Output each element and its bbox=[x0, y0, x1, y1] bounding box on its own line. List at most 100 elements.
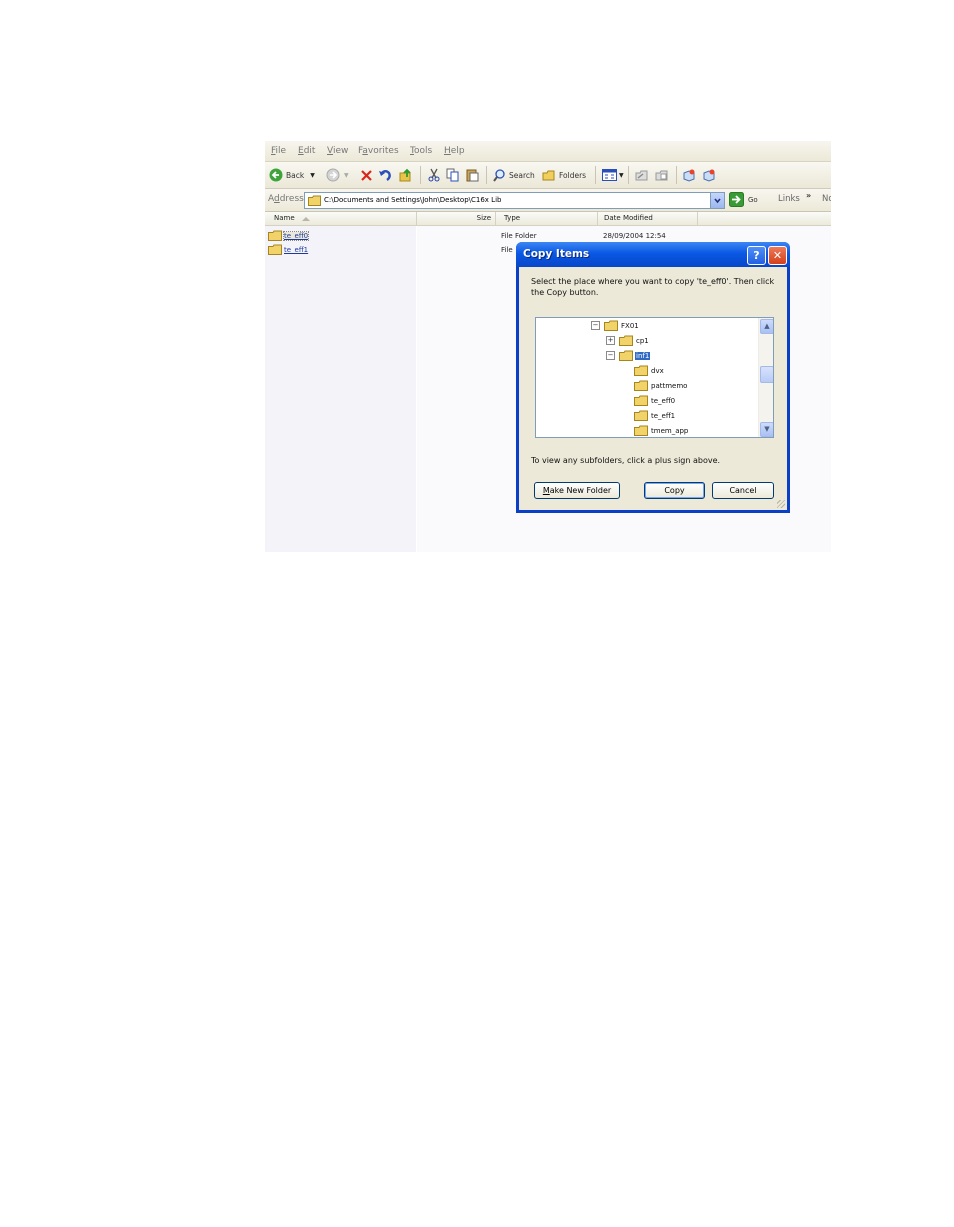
row-1-type: File bbox=[501, 246, 513, 254]
dialog-title-bar[interactable]: Copy Items ? ✕ bbox=[516, 242, 790, 267]
file-row-te-eff1[interactable]: te_eff1 bbox=[268, 243, 308, 256]
back-dropdown-icon[interactable]: ▼ bbox=[310, 172, 315, 179]
menu-tools[interactable]: Tools bbox=[410, 146, 432, 156]
menu-file[interactable]: File bbox=[271, 146, 286, 156]
tree-node-fx01[interactable]: − FX01 bbox=[591, 319, 640, 332]
resize-grip[interactable] bbox=[777, 500, 785, 508]
folder-open-icon bbox=[619, 350, 633, 361]
chevron-up-icon: ▲ bbox=[764, 322, 770, 330]
folder-icon bbox=[634, 425, 648, 436]
file-row-te-eff0[interactable]: te_eff0 bbox=[268, 229, 310, 242]
dialog-title: Copy Items bbox=[523, 248, 590, 260]
up-folder-button[interactable] bbox=[399, 166, 413, 184]
chevron-down-icon: ▼ bbox=[764, 425, 770, 433]
help-button[interactable]: ? bbox=[747, 246, 766, 265]
up-folder-icon bbox=[399, 168, 411, 182]
folder-open-icon bbox=[604, 320, 618, 331]
address-input[interactable]: C:\Documents and Settings\John\Desktop\C… bbox=[304, 192, 725, 209]
tree-node-inf1[interactable]: − inf1 bbox=[606, 349, 651, 362]
views-button[interactable]: ▼ bbox=[602, 166, 624, 184]
scroll-down-button[interactable]: ▼ bbox=[760, 422, 773, 437]
folder-icon bbox=[268, 244, 282, 255]
tree-node-tmem-app[interactable]: tmem_app bbox=[634, 424, 689, 437]
standard-toolbar: Back ▼ ▼ Search Folders ▼ bbox=[265, 162, 831, 189]
cut-button[interactable] bbox=[428, 166, 440, 184]
tree-node-pattmemo[interactable]: pattmemo bbox=[634, 379, 688, 392]
search-button[interactable]: Search bbox=[493, 166, 535, 184]
tree-node-te-eff1[interactable]: te_eff1 bbox=[634, 409, 676, 422]
paste-icon bbox=[466, 169, 479, 182]
dialog-hint: To view any subfolders, click a plus sig… bbox=[531, 456, 721, 465]
folder-icon bbox=[634, 365, 648, 376]
folder-tree[interactable]: − FX01 + cp1 − inf1 dvx pattmemo te_eff0… bbox=[535, 317, 774, 438]
menu-bar: File Edit View Favorites Tools Help bbox=[265, 141, 831, 162]
extension-button-1[interactable] bbox=[682, 166, 696, 184]
copy-icon bbox=[446, 168, 459, 182]
links-label[interactable]: Links bbox=[778, 194, 800, 204]
menu-view[interactable]: View bbox=[327, 146, 348, 156]
go-button[interactable]: Go bbox=[729, 192, 758, 207]
links-overflow-icon[interactable]: » bbox=[806, 191, 811, 200]
chevron-down-icon bbox=[714, 198, 721, 204]
paste-button[interactable] bbox=[466, 166, 479, 184]
undo-icon bbox=[379, 170, 391, 181]
delete-x-icon bbox=[361, 169, 372, 181]
dialog-instruction: Select the place where you want to copy … bbox=[531, 277, 775, 297]
question-mark-icon: ? bbox=[753, 249, 760, 262]
copy-items-dialog: Copy Items ? ✕ Select the place where yo… bbox=[516, 242, 790, 513]
views-dropdown-icon[interactable]: ▼ bbox=[619, 172, 624, 179]
extension-button-2[interactable] bbox=[702, 166, 716, 184]
column-name[interactable]: Name bbox=[265, 212, 417, 225]
folder-icon bbox=[308, 195, 321, 206]
copy-button[interactable]: Copy bbox=[644, 482, 705, 499]
cube-folder-icon bbox=[703, 169, 715, 182]
close-icon: ✕ bbox=[772, 249, 783, 262]
make-new-folder-button[interactable]: Make New Folder bbox=[534, 482, 620, 499]
menu-favorites[interactable]: Favorites bbox=[358, 146, 399, 156]
views-grid-icon bbox=[602, 169, 617, 181]
move-to-button[interactable] bbox=[635, 166, 649, 184]
toolbar-overflow-label: No bbox=[822, 194, 831, 204]
tree-node-dvx[interactable]: dvx bbox=[634, 364, 665, 377]
copy-to-icon bbox=[655, 170, 668, 180]
undo-button[interactable] bbox=[378, 166, 392, 184]
scissors-icon bbox=[428, 168, 440, 182]
collapse-icon[interactable]: − bbox=[591, 321, 600, 330]
collapse-icon[interactable]: − bbox=[606, 351, 615, 360]
search-icon bbox=[493, 168, 505, 182]
file-list-name-pane: te_eff0 te_eff1 bbox=[265, 226, 416, 552]
address-bar: Address C:\Documents and Settings\John\D… bbox=[265, 189, 831, 212]
menu-help[interactable]: Help bbox=[444, 146, 465, 156]
expand-icon[interactable]: + bbox=[606, 336, 615, 345]
folder-icon bbox=[619, 335, 633, 346]
back-button[interactable]: Back ▼ bbox=[269, 166, 315, 184]
tree-node-te-eff0[interactable]: te_eff0 bbox=[634, 394, 676, 407]
copy-button[interactable] bbox=[446, 166, 459, 184]
folders-button[interactable]: Folders bbox=[542, 166, 586, 184]
close-button[interactable]: ✕ bbox=[768, 246, 787, 265]
folder-icon bbox=[634, 395, 648, 406]
address-dropdown-button[interactable] bbox=[710, 193, 724, 208]
column-type[interactable]: Type bbox=[496, 212, 598, 225]
dialog-body: Select the place where you want to copy … bbox=[519, 267, 787, 510]
forward-button[interactable]: ▼ bbox=[326, 166, 349, 184]
delete-button[interactable] bbox=[360, 166, 373, 184]
column-size[interactable]: Size bbox=[417, 212, 496, 225]
folder-icon bbox=[634, 380, 648, 391]
back-arrow-icon bbox=[269, 168, 283, 182]
column-date-modified[interactable]: Date Modified bbox=[598, 212, 698, 225]
row-0-type: File Folder bbox=[501, 232, 537, 240]
tree-node-cp1[interactable]: + cp1 bbox=[606, 334, 650, 347]
cancel-button[interactable]: Cancel bbox=[712, 482, 774, 499]
address-label: Address bbox=[268, 194, 304, 204]
menu-edit[interactable]: Edit bbox=[298, 146, 315, 156]
move-to-icon bbox=[635, 170, 648, 180]
list-header: Name Size Type Date Modified bbox=[265, 212, 831, 226]
tree-scrollbar[interactable]: ▲ ▼ bbox=[758, 318, 773, 437]
forward-arrow-icon bbox=[326, 168, 340, 182]
copy-to-button[interactable] bbox=[655, 166, 669, 184]
scroll-up-button[interactable]: ▲ bbox=[760, 319, 773, 334]
cube-icon bbox=[683, 169, 695, 182]
scroll-thumb[interactable] bbox=[760, 366, 773, 383]
folder-icon bbox=[268, 230, 282, 241]
